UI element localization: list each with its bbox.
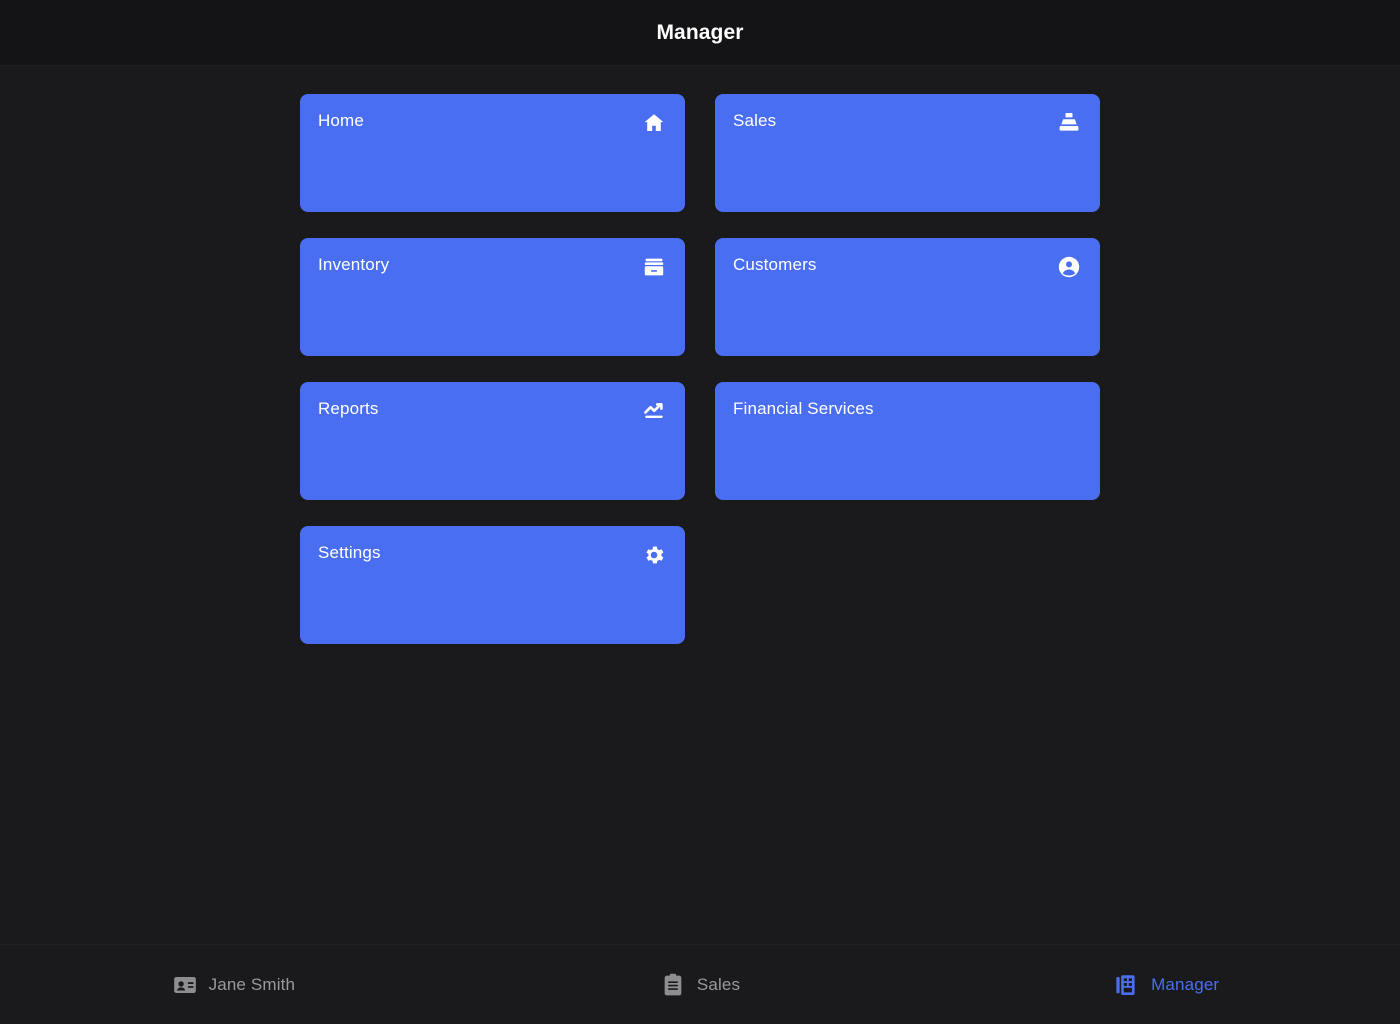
menu-card-financial-services[interactable]: Financial Services [715,382,1100,500]
nav-item-label: Manager [1151,974,1220,994]
nav-item-label: Sales [696,974,741,994]
menu-card-settings[interactable]: Settings [300,526,685,644]
menu-card-customers[interactable]: Customers [715,238,1100,356]
menu-card-sales[interactable]: Sales [715,94,1100,212]
page-title: Manager [656,20,744,44]
nav-item-jane-smith[interactable]: Jane Smith [0,945,467,1024]
contact-badge-icon [172,972,198,998]
account-circle-icon [1057,255,1081,279]
clipboard-icon [660,972,686,998]
menu-card-label: Customers [733,255,817,274]
menu-card-label: Sales [733,111,777,130]
gear-icon [642,543,666,567]
inventory-box-icon [642,255,666,279]
nav-item-label: Jane Smith [208,974,296,994]
menu-card-home[interactable]: Home [300,94,685,212]
nav-item-sales[interactable]: Sales [467,945,934,1024]
menu-card-label: Settings [318,543,381,562]
main-content: Home Sales Inventory Customers Reports F… [0,66,1400,944]
menu-card-reports[interactable]: Reports [300,382,685,500]
menu-card-inventory[interactable]: Inventory [300,238,685,356]
menu-card-label: Financial Services [733,399,874,418]
menu-card-label: Reports [318,399,379,418]
business-building-icon [1114,972,1140,998]
app-header: Manager [0,0,1400,66]
bottom-navigation: Jane Smith Sales Manager [0,944,1400,1024]
point-of-sale-icon [1057,111,1081,135]
menu-card-label: Home [318,111,364,130]
trending-up-chart-icon [642,399,666,423]
home-icon [642,111,666,135]
nav-item-manager[interactable]: Manager [933,945,1400,1024]
menu-card-label: Inventory [318,255,390,274]
menu-card-grid: Home Sales Inventory Customers Reports F… [300,94,1100,644]
app-root: Manager Home Sales Inventory Customers R… [0,0,1400,1024]
